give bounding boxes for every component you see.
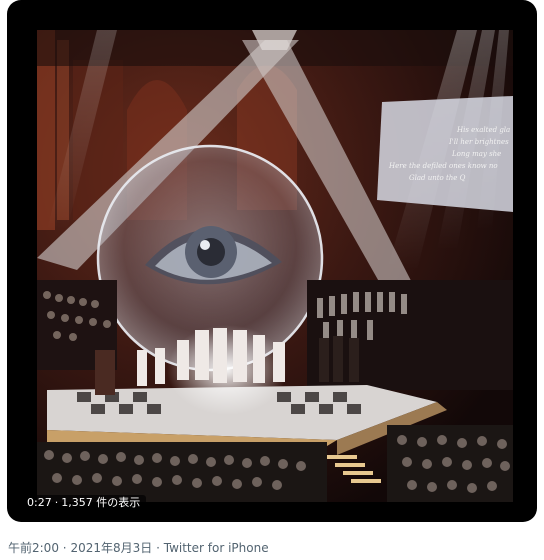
meta-separator: · [156, 541, 160, 555]
video-player[interactable]: His exalted gla I'll her brightnes Long … [7, 0, 537, 522]
meta-separator: · [62, 541, 67, 555]
screen-lyric: Here the defiled ones know no [388, 162, 498, 170]
badge-separator: · [54, 496, 59, 509]
video-time-badge: 0:27 · 1,357 件の表示 [21, 495, 147, 511]
tweet-time-link[interactable]: 午前2:00 [8, 541, 59, 555]
tweet-source-link[interactable]: Twitter for iPhone [164, 541, 269, 555]
view-count: 1,357 件の表示 [61, 496, 141, 509]
tweet-meta: 午前2:00 · 2021年8月3日 · Twitter for iPhone [8, 539, 269, 556]
screen-lyric: I'll her brightnes [448, 138, 509, 146]
tweet-source: Twitter for iPhone [163, 541, 269, 555]
concert-scene: His exalted gla I'll her brightnes Long … [37, 30, 513, 502]
screen-lyric: Glad unto the Q [409, 174, 466, 182]
screen-lyric: Long may she [451, 150, 501, 158]
video-frame[interactable]: His exalted gla I'll her brightnes Long … [37, 30, 513, 502]
elapsed-time: 0:27 [27, 496, 52, 509]
tweet-date-link[interactable]: 2021年8月3日 [70, 541, 152, 555]
tweet-time: 午前2:00 [8, 541, 59, 555]
screen-lyric: His exalted gla [456, 126, 510, 134]
tweet-date: 2021年8月3日 [70, 541, 153, 555]
